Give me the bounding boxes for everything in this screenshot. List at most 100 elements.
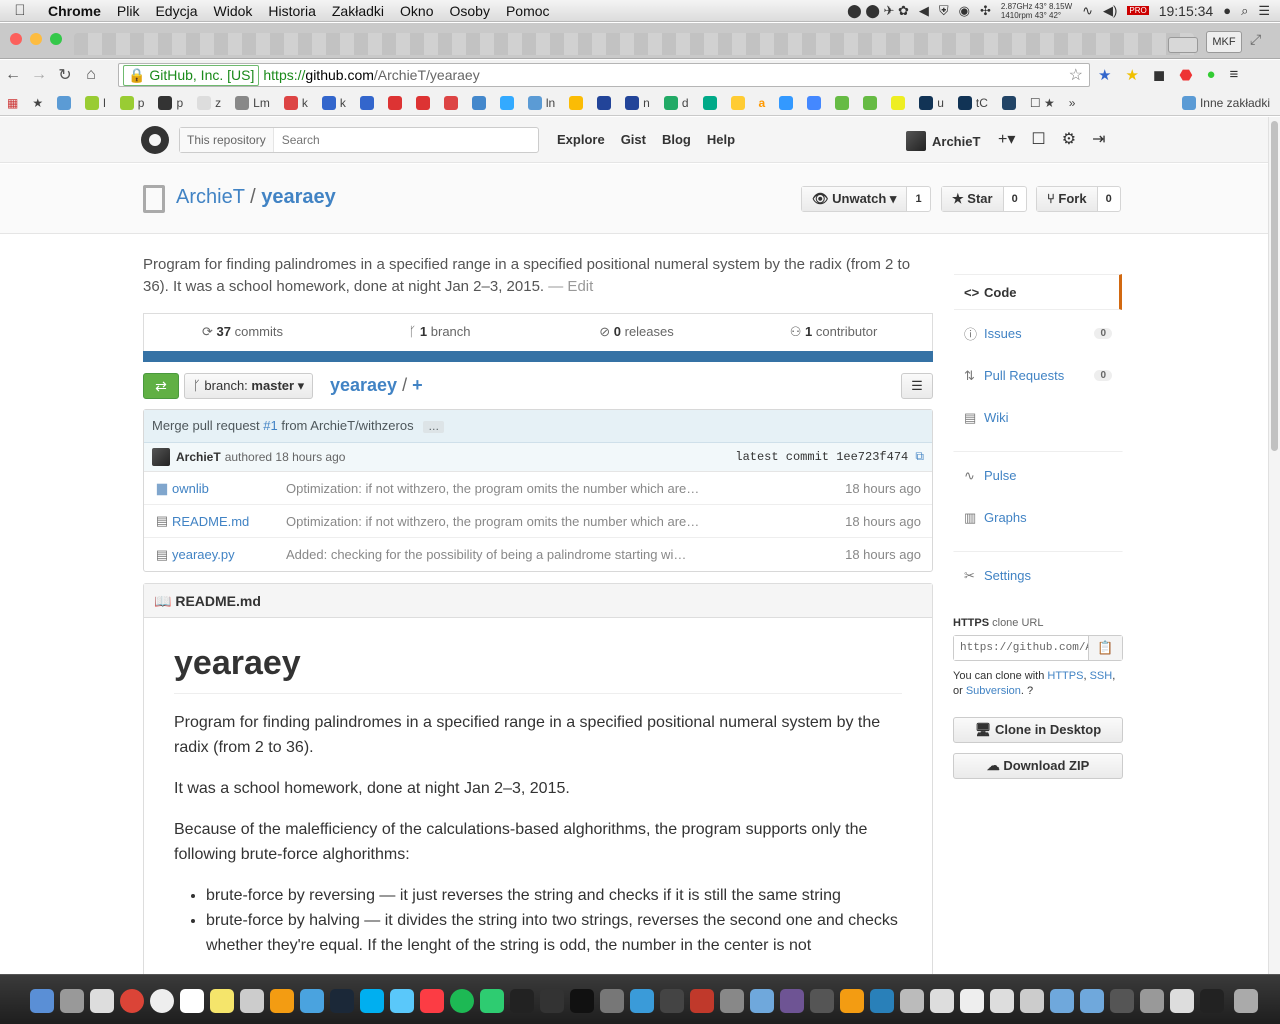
app-icon[interactable] [870, 989, 894, 1013]
bookmark-item[interactable]: d [657, 95, 696, 110]
apple-menu-icon[interactable]:  [0, 2, 40, 19]
bookmark-star-item[interactable]: ★ [25, 96, 50, 110]
app-icon[interactable] [1200, 989, 1224, 1013]
chrome-menu-icon[interactable]: ≡ [1230, 66, 1239, 84]
bookmark-item[interactable]: k [315, 95, 353, 110]
contributors-stat[interactable]: ⚇ 1 contributor [735, 314, 932, 351]
spotify-icon[interactable] [450, 989, 474, 1013]
close-window-button[interactable] [10, 33, 22, 45]
document-icon[interactable] [990, 989, 1014, 1013]
bookmark-folder-item[interactable] [50, 95, 78, 110]
skype-icon[interactable] [360, 989, 384, 1013]
hdd-icon[interactable]: ◉ [959, 3, 970, 19]
search-input[interactable] [273, 133, 514, 147]
download-zip-button[interactable]: ☁ Download ZIP [953, 753, 1123, 779]
new-tab-button[interactable] [1168, 37, 1198, 53]
nav-gist[interactable]: Gist [621, 132, 646, 147]
clock-icon[interactable] [150, 989, 174, 1013]
sidebar-item-graphs[interactable]: ▥ Graphs [954, 500, 1122, 536]
launchpad-icon[interactable] [60, 989, 84, 1013]
commits-stat[interactable]: ⟳ 37 commits [144, 314, 341, 351]
terminal-icon[interactable] [540, 989, 564, 1013]
bookmark-item[interactable]: ☐ ★ [1023, 96, 1062, 110]
document-icon[interactable] [930, 989, 954, 1013]
menu-edycja[interactable]: Edycja [147, 3, 205, 19]
bookmark-item[interactable] [772, 95, 800, 110]
reload-icon[interactable]: ↻ [52, 65, 78, 85]
breadcrumb-repo-link[interactable]: yearaey [330, 375, 397, 395]
fork-button[interactable]: ⑂ Fork [1037, 187, 1098, 211]
home-icon[interactable]: ⌂ [78, 66, 104, 84]
sheets-bookmark-icon[interactable] [696, 95, 724, 110]
app-icon[interactable] [720, 989, 744, 1013]
bookmark-item[interactable]: Lm [228, 95, 277, 110]
back-icon[interactable]: ← [0, 66, 26, 84]
adblock-icon[interactable]: ⬣ [1179, 66, 1192, 84]
shield-icon[interactable]: ⛨ [939, 3, 949, 19]
language-bar[interactable] [143, 351, 933, 362]
document-icon[interactable] [960, 989, 984, 1013]
keep-bookmark-icon[interactable] [724, 95, 752, 110]
notification-center-icon[interactable]: ☰ [1258, 3, 1270, 19]
branches-stat[interactable]: ᚴ 1 branch [341, 314, 538, 351]
gplus-bookmark-icon[interactable] [437, 95, 465, 110]
icm-bookmark-item[interactable]: u [912, 95, 951, 110]
branch-selector[interactable]: ᚴ branch: master ▾ [184, 373, 314, 399]
folder-icon[interactable] [1050, 989, 1074, 1013]
pull-request-link[interactable]: #1 [263, 418, 277, 433]
minimize-window-button[interactable] [30, 33, 42, 45]
app-icon[interactable] [1140, 989, 1164, 1013]
trash-icon[interactable] [1234, 989, 1258, 1013]
console-icon[interactable] [570, 989, 594, 1013]
scrollbar-thumb[interactable] [1271, 121, 1278, 451]
document-icon[interactable] [1020, 989, 1044, 1013]
bookmark-item[interactable] [995, 95, 1023, 110]
profile-button[interactable]: MKF [1206, 31, 1242, 53]
bookmark-item[interactable] [884, 95, 912, 110]
app-icon[interactable] [630, 989, 654, 1013]
clipboard-icon[interactable]: 📋 [1088, 636, 1122, 660]
system-preferences-icon[interactable] [600, 989, 624, 1013]
app-icon[interactable] [660, 989, 684, 1013]
notes-icon[interactable] [210, 989, 234, 1013]
extension-gold-star-icon[interactable]: ★ [1125, 66, 1138, 84]
create-new-icon[interactable]: +▾ [998, 129, 1015, 149]
watch-count[interactable]: 1 [907, 187, 929, 211]
github-logo-icon[interactable] [141, 126, 169, 154]
app-icon[interactable] [1170, 989, 1194, 1013]
avatar[interactable] [152, 448, 170, 466]
bookmark-item[interactable]: z [190, 95, 228, 110]
new-file-button[interactable]: + [412, 375, 423, 395]
app-icon[interactable] [840, 989, 864, 1013]
help-icon[interactable]: ? [1027, 685, 1033, 697]
activity-monitor-icon[interactable] [510, 989, 534, 1013]
unwatch-button[interactable]: 👁 Unwatch ▾ [802, 187, 908, 211]
clone-ssh-link[interactable]: SSH [1090, 670, 1113, 682]
user-icon[interactable]: ● [1223, 3, 1231, 18]
bookmarks-overflow-icon[interactable]: » [1062, 96, 1083, 110]
bookmark-item[interactable] [353, 95, 381, 110]
gmail-bookmark-icon[interactable] [381, 95, 409, 110]
folder-icon[interactable] [1080, 989, 1104, 1013]
sign-out-icon[interactable]: ⇥ [1092, 129, 1105, 149]
menu-osoby[interactable]: Osoby [441, 3, 497, 19]
search-box[interactable]: This repository [179, 127, 539, 153]
flag-icon[interactable]: PRO [1127, 6, 1149, 15]
chrome-icon[interactable] [120, 989, 144, 1013]
file-commit-message[interactable]: Optimization: if not withzero, the progr… [286, 514, 716, 529]
menu-historia[interactable]: Historia [260, 3, 323, 19]
nav-help[interactable]: Help [707, 132, 735, 147]
steam-icon[interactable] [330, 989, 354, 1013]
google-bookmark-icon[interactable] [800, 95, 828, 110]
releases-stat[interactable]: ⊘ 0 releases [538, 314, 735, 351]
nav-blog[interactable]: Blog [662, 132, 691, 147]
bookmark-item[interactable]: n [618, 95, 657, 110]
menu-pomoc[interactable]: Pomoc [498, 3, 558, 19]
clock[interactable]: 19:15:34 [1159, 3, 1214, 19]
github-app-icon[interactable] [780, 989, 804, 1013]
icm-bookmark-item[interactable]: tC [951, 95, 995, 110]
file-name-link[interactable]: ownlib [172, 481, 286, 496]
menu-zakladki[interactable]: Zakładki [324, 3, 392, 19]
activity-icon[interactable]: ∿ [1082, 3, 1093, 19]
calendar-bookmark-icon[interactable] [465, 95, 493, 110]
